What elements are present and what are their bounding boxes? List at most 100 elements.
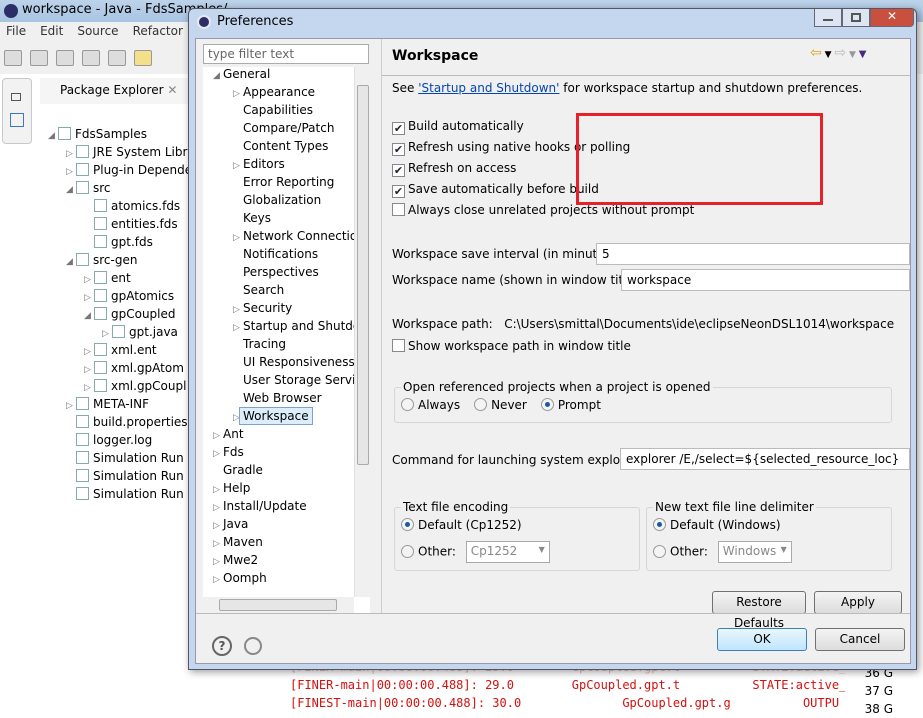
radio[interactable]	[401, 518, 414, 531]
tree-item[interactable]: build.properties	[66, 415, 188, 433]
tree-item[interactable]: ▷ xml.ent	[84, 343, 157, 361]
pref-tree-item[interactable]: Keys	[203, 209, 353, 227]
option-checkbox[interactable]: Always close unrelated projects without …	[392, 203, 694, 217]
pref-tree-item[interactable]: Search	[203, 281, 353, 299]
menu-file[interactable]: File	[6, 24, 26, 38]
delimiter-combo[interactable]: Windows ▼	[717, 541, 792, 563]
expand-icon[interactable]: ▷	[66, 401, 76, 411]
tree-item[interactable]: entities.fds	[84, 217, 178, 235]
expand-icon[interactable]: ▷	[84, 293, 94, 303]
expand-icon[interactable]: ▷	[84, 383, 94, 393]
tree-item[interactable]: Simulation Run	[66, 469, 184, 487]
expand-icon[interactable]: ◢	[66, 185, 76, 195]
expand-icon[interactable]: ◢	[84, 311, 94, 321]
checkbox[interactable]: ✔	[392, 164, 405, 177]
pref-tree-item[interactable]: ▷ Network Connection	[203, 227, 365, 245]
back-arrow-icon[interactable]: ⇦	[810, 45, 822, 61]
expand-icon[interactable]: ▷	[213, 571, 223, 589]
tree-item[interactable]: ▷ JRE System Libra	[66, 145, 195, 163]
tree-item[interactable]: ▷ xml.gpAtom	[84, 361, 184, 379]
pref-tree-item[interactable]: User Storage Service	[203, 371, 369, 389]
expand-icon[interactable]: ◢	[213, 67, 223, 85]
pref-tree-item[interactable]: ◢ General	[203, 67, 353, 83]
tree-item[interactable]: gpt.fds	[84, 235, 153, 253]
save-all-icon[interactable]	[56, 50, 74, 66]
tree-item[interactable]: Simulation Run	[66, 487, 184, 505]
pref-tree-item[interactable]: ▷ Java	[203, 515, 353, 533]
open-ref-radio-never[interactable]: Never	[474, 398, 527, 412]
radio[interactable]	[653, 518, 666, 531]
close-icon[interactable]: ✕	[167, 83, 177, 97]
radio[interactable]	[653, 544, 666, 558]
option-checkbox[interactable]: ✔ Build automatically	[392, 119, 524, 135]
radio[interactable]	[540, 398, 554, 411]
ok-button[interactable]: OK	[717, 628, 807, 651]
vertical-scrollbar[interactable]	[354, 67, 370, 597]
tree-item[interactable]: ▷ ent	[84, 271, 131, 289]
expand-icon[interactable]: ▷	[84, 347, 94, 357]
pref-tree-item[interactable]: Globalization	[203, 191, 353, 209]
pref-tree-item[interactable]: ▷ Maven	[203, 533, 353, 551]
checkbox[interactable]	[392, 203, 405, 216]
checkbox[interactable]: ✔	[392, 122, 405, 135]
open-ref-radio-always[interactable]: Always	[401, 398, 460, 412]
expand-icon[interactable]: ◢	[66, 257, 76, 267]
pref-tree-item[interactable]: Gradle	[203, 461, 353, 479]
tree-item[interactable]: ▷ gpt.java	[102, 325, 178, 343]
view-menu-icon[interactable]: ▼	[859, 49, 867, 60]
pref-tree-item[interactable]: ▷ Mwe2	[203, 551, 353, 569]
minimize-button[interactable]	[814, 9, 842, 27]
checkbox[interactable]: ✔	[392, 185, 405, 198]
scroll-thumb[interactable]	[219, 599, 337, 611]
pref-tree-item[interactable]: Tracing	[203, 335, 353, 353]
tree-item[interactable]: ▷ xml.gpCoupl	[84, 379, 186, 397]
tree-item[interactable]: ◢ src	[66, 181, 111, 199]
cancel-button[interactable]: Cancel	[815, 628, 905, 651]
tree-item[interactable]: Simulation Run	[66, 451, 184, 469]
restore-defaults-button[interactable]: Restore Defaults	[712, 591, 806, 630]
pref-tree-item[interactable]: Content Types	[203, 137, 353, 155]
horizontal-scrollbar[interactable]	[203, 597, 354, 613]
pref-tree-item[interactable]: ▷ Ant	[203, 425, 353, 443]
pref-tree-item[interactable]: ▷ Startup and Shutdow	[203, 317, 370, 335]
pref-tree-item[interactable]: ▷ Help	[203, 479, 353, 497]
expand-icon[interactable]: ▷	[66, 167, 76, 177]
tree-item[interactable]: atomics.fds	[84, 199, 180, 217]
pref-tree-item[interactable]: Error Reporting	[203, 173, 353, 191]
radio[interactable]	[401, 398, 414, 411]
delimiter-other-radio[interactable]: Other: Windows ▼	[653, 541, 792, 563]
pref-tree-item[interactable]: ▷ Security	[203, 299, 353, 317]
pref-tree-item[interactable]: ▷ Install/Update	[203, 497, 353, 515]
pref-tree-item[interactable]: ▷ Fds	[203, 443, 353, 461]
back-dropdown-icon[interactable]: ▼	[822, 50, 835, 60]
filter-input[interactable]: type filter text	[203, 44, 369, 64]
pref-tree-item[interactable]: ▷ Oomph	[203, 569, 353, 587]
skip-breakpoints-icon[interactable]	[82, 50, 100, 66]
maximize-button[interactable]	[842, 9, 870, 27]
tree-item[interactable]: ▷ Plug-in Depende	[66, 163, 192, 181]
pref-tree-item[interactable]: ▷ Workspace	[203, 407, 353, 425]
menu-source[interactable]: Source	[77, 24, 118, 38]
pref-tree-item[interactable]: UI Responsiveness M	[203, 353, 369, 371]
package-explorer-tab[interactable]: Package Explorer ✕	[40, 78, 190, 104]
radio[interactable]	[401, 544, 414, 558]
tree-item[interactable]: ◢ src-gen	[66, 253, 137, 271]
encoding-combo[interactable]: Cp1252 ▼	[465, 541, 550, 563]
pref-tree-item[interactable]: ▷ Appearance	[203, 83, 353, 101]
open-ref-radio-prompt[interactable]: Prompt	[540, 398, 601, 412]
save-interval-input[interactable]: 5	[596, 243, 910, 265]
radio[interactable]	[474, 398, 488, 411]
show-path-checkbox[interactable]: Show workspace path in window title	[392, 339, 631, 353]
pref-tree-item[interactable]: Compare/Patch	[203, 119, 353, 137]
tree-item[interactable]: logger.log	[66, 433, 152, 451]
pref-tree-item[interactable]: Capabilities	[203, 101, 353, 119]
delimiter-default-radio[interactable]: Default (Windows)	[653, 518, 781, 532]
menu-edit[interactable]: Edit	[40, 24, 63, 38]
pref-tree-item[interactable]: Perspectives	[203, 263, 353, 281]
checkbox[interactable]	[392, 339, 405, 352]
apply-button[interactable]: Apply	[814, 591, 902, 614]
startup-shutdown-link[interactable]: 'Startup and Shutdown'	[418, 81, 559, 95]
pref-tree-item[interactable]: Notifications	[203, 245, 353, 263]
new-icon[interactable]	[4, 50, 22, 66]
explorer-command-input[interactable]: explorer /E,/select=${selected_resource_…	[620, 448, 910, 470]
